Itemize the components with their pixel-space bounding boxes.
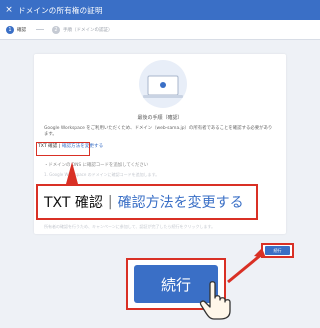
arrow-to-method-icon <box>66 162 78 184</box>
arrow-head-icon <box>254 248 266 258</box>
arrow-to-continue-icon <box>227 252 263 284</box>
callout-arrows <box>66 162 266 284</box>
